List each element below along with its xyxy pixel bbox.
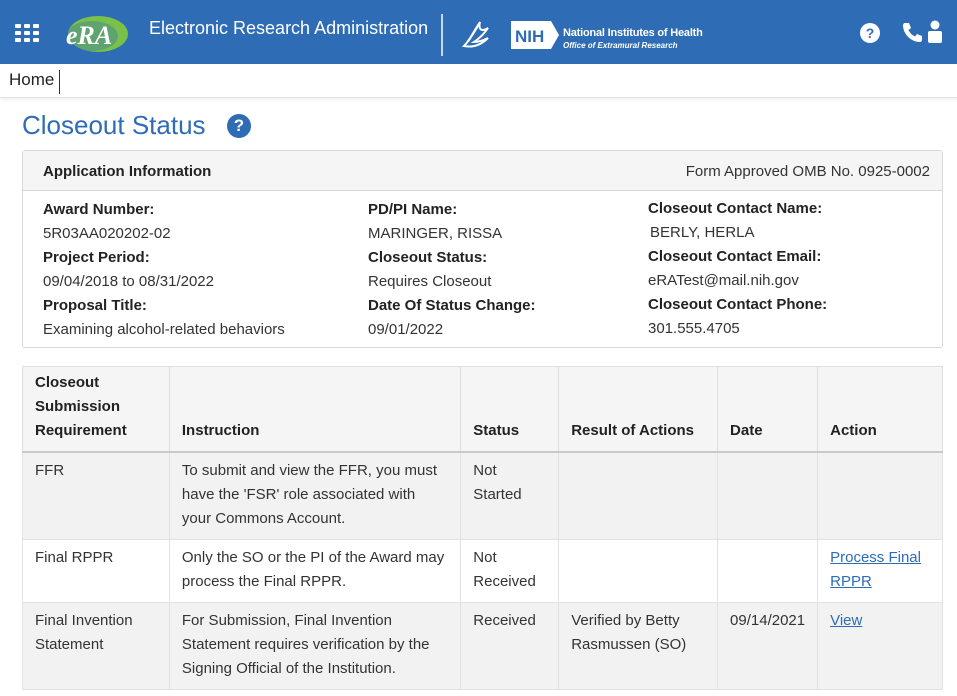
status-change-value: 09/01/2022 [368,321,444,338]
breadcrumb: Home [0,64,957,98]
application-info-card: Application Information Form Approved OM… [22,150,943,348]
process-final-rppr-link[interactable]: Process Final RPPR [830,549,921,590]
project-period-value: 09/04/2018 to 08/31/2022 [43,273,214,290]
col-date-header: Date [717,366,819,453]
status-change-label: Date Of Status Change: [368,297,536,314]
closeout-status-label: Closeout Status: [368,249,488,266]
instruction-cell: To submit and view the FFR, you must hav… [168,451,462,540]
view-link[interactable]: View [830,612,862,629]
date-cell [717,539,819,603]
page-title: Closeout Status [22,110,206,140]
award-number-label: Award Number: [43,201,155,218]
closeout-status-value: Requires Closeout [368,273,492,290]
col-result-header: Result of Actions [558,366,719,453]
status-cell: Received [460,602,560,690]
contact-name-value: BERLY, HERLA [650,224,755,241]
hhs-eagle-icon [461,21,489,48]
era-logo[interactable]: eRA [62,12,130,56]
instruction-cell: Only the SO or the PI of the Award may p… [168,539,462,603]
col-action-header: Action [817,366,943,453]
nih-logo-text: NIH [515,27,544,46]
contact-email-label: Closeout Contact Email: [648,248,822,265]
instruction-cell: For Submission, Final Invention Statemen… [168,602,462,690]
table-header-row: Closeout Submission Requirement Instruct… [22,366,943,453]
app-title: Electronic Research Administration [149,18,429,38]
proposal-title-label: Proposal Title: [43,297,147,314]
title-help-icon[interactable]: ? [227,114,251,138]
action-cell: Process Final RPPR [817,539,943,603]
omb-number: Form Approved OMB No. 0925-0002 [685,163,930,180]
col-status-header: Status [460,366,560,453]
table-row: Final Invention Statement For Submission… [22,602,943,690]
closeout-requirements-table: Closeout Submission Requirement Instruct… [22,366,943,690]
nih-logo: NIH [511,21,559,49]
home-link[interactable]: Home [9,70,61,94]
nih-subtitle: Office of Extramural Research [563,41,678,50]
col-instruction-header: Instruction [168,366,462,453]
application-info-heading: Application Information [43,163,212,180]
result-cell: Verified by Betty Rasmussen (SO) [558,602,719,690]
help-icon[interactable]: ? [860,23,880,43]
application-info-header: Application Information Form Approved OM… [23,151,942,191]
person-icon[interactable] [927,20,943,44]
pi-name-value: MARINGER, RISSA [368,225,503,242]
pi-name-label: PD/PI Name: [368,201,458,218]
result-cell [558,539,719,603]
col-requirement-header: Closeout Submission Requirement [22,366,170,453]
contact-phone-value: 301.555.4705 [648,320,740,337]
result-cell [558,451,719,540]
status-cell: Not Started [460,451,560,540]
contact-email-value: eRATest@mail.nih.gov [648,272,799,289]
era-logo-text: eRA [66,21,112,50]
action-cell [817,451,943,540]
phone-icon[interactable] [901,21,923,43]
top-header: eRA Electronic Research Administration N… [0,0,957,64]
nih-name: National Institutes of Health [563,27,703,39]
date-cell [717,451,819,540]
contact-phone-label: Closeout Contact Phone: [648,296,828,313]
award-number-value: 5R03AA020202-02 [43,225,171,242]
date-cell: 09/14/2021 [717,602,819,690]
project-period-label: Project Period: [43,249,150,266]
proposal-title-value: Examining alcohol-related behaviors [43,321,285,338]
requirement-cell: Final Invention Statement [22,602,170,690]
table-row: Final RPPR Only the SO or the PI of the … [22,539,943,603]
action-cell: View [817,602,943,690]
contact-name-label: Closeout Contact Name: [648,200,823,217]
requirement-cell: FFR [22,451,170,540]
requirement-cell: Final RPPR [22,539,170,603]
status-cell: Not Received [460,539,560,603]
header-divider [441,14,443,56]
table-row: FFR To submit and view the FFR, you must… [22,451,943,540]
apps-grid-icon[interactable] [15,24,39,42]
